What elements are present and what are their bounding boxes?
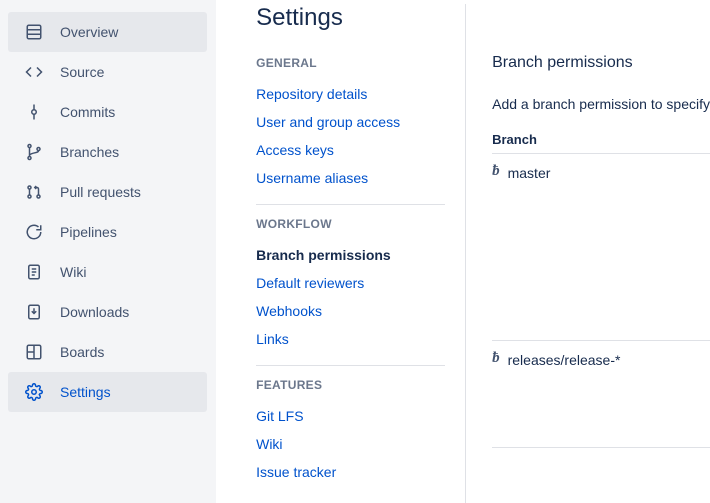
branch-name: releases/release-* [508, 352, 621, 368]
branch-row-divider [492, 191, 710, 341]
link-wiki[interactable]: Wiki [256, 430, 445, 458]
sidebar: Overview Source Commits Branches Pull re… [0, 0, 216, 503]
detail-title: Branch permissions [492, 54, 710, 72]
main-content: Settings GENERAL Repository details User… [216, 0, 710, 503]
branch-row[interactable]: ƀ master [492, 154, 710, 191]
overview-icon [22, 23, 46, 41]
wiki-icon [22, 263, 46, 281]
downloads-icon [22, 303, 46, 321]
branch-row-divider [492, 378, 710, 448]
boards-icon [22, 343, 46, 361]
group-header-general: GENERAL [256, 56, 445, 70]
group-header-workflow: WORKFLOW [256, 217, 445, 231]
link-webhooks[interactable]: Webhooks [256, 297, 445, 325]
settings-group-workflow: WORKFLOW Branch permissions Default revi… [256, 217, 445, 366]
page-title: Settings [256, 4, 445, 32]
detail-panel: Branch permissions Add a branch permissi… [466, 4, 710, 503]
sidebar-item-label: Pipelines [60, 224, 117, 240]
sidebar-item-label: Boards [60, 344, 104, 360]
branch-name: master [508, 165, 551, 181]
pipelines-icon [22, 223, 46, 241]
branch-column-header: Branch [492, 132, 710, 154]
branch-icon: ƀ [492, 163, 500, 180]
sidebar-item-label: Commits [60, 104, 115, 120]
sidebar-item-settings[interactable]: Settings [8, 372, 207, 412]
settings-icon [22, 383, 46, 401]
link-links[interactable]: Links [256, 325, 445, 353]
detail-hint: Add a branch permission to specify [492, 96, 710, 112]
link-branch-permissions[interactable]: Branch permissions [256, 241, 445, 269]
commits-icon [22, 103, 46, 121]
link-repository-details[interactable]: Repository details [256, 80, 445, 108]
sidebar-item-label: Wiki [60, 264, 86, 280]
sidebar-item-label: Pull requests [60, 184, 141, 200]
sidebar-item-downloads[interactable]: Downloads [8, 292, 207, 332]
link-user-group-access[interactable]: User and group access [256, 108, 445, 136]
link-default-reviewers[interactable]: Default reviewers [256, 269, 445, 297]
sidebar-item-label: Source [60, 64, 104, 80]
branch-icon: ƀ [492, 350, 500, 367]
sidebar-item-overview[interactable]: Overview [8, 12, 207, 52]
sidebar-item-pipelines[interactable]: Pipelines [8, 212, 207, 252]
link-git-lfs[interactable]: Git LFS [256, 402, 445, 430]
link-username-aliases[interactable]: Username aliases [256, 164, 445, 192]
sidebar-item-boards[interactable]: Boards [8, 332, 207, 372]
pullrequests-icon [22, 183, 46, 201]
sidebar-item-label: Settings [60, 384, 111, 400]
sidebar-item-label: Overview [60, 24, 118, 40]
sidebar-item-source[interactable]: Source [8, 52, 207, 92]
sidebar-item-branches[interactable]: Branches [8, 132, 207, 172]
sidebar-item-commits[interactable]: Commits [8, 92, 207, 132]
link-access-keys[interactable]: Access keys [256, 136, 445, 164]
sidebar-item-label: Downloads [60, 304, 129, 320]
source-icon [22, 63, 46, 81]
sidebar-item-wiki[interactable]: Wiki [8, 252, 207, 292]
branch-row[interactable]: ƀ releases/release-* [492, 341, 710, 378]
settings-group-general: GENERAL Repository details User and grou… [256, 56, 445, 205]
link-issue-tracker[interactable]: Issue tracker [256, 458, 445, 486]
branches-icon [22, 143, 46, 161]
settings-group-features: FEATURES Git LFS Wiki Issue tracker [256, 378, 445, 498]
group-header-features: FEATURES [256, 378, 445, 392]
sidebar-item-pullrequests[interactable]: Pull requests [8, 172, 207, 212]
settings-nav: Settings GENERAL Repository details User… [256, 4, 466, 503]
sidebar-item-label: Branches [60, 144, 119, 160]
